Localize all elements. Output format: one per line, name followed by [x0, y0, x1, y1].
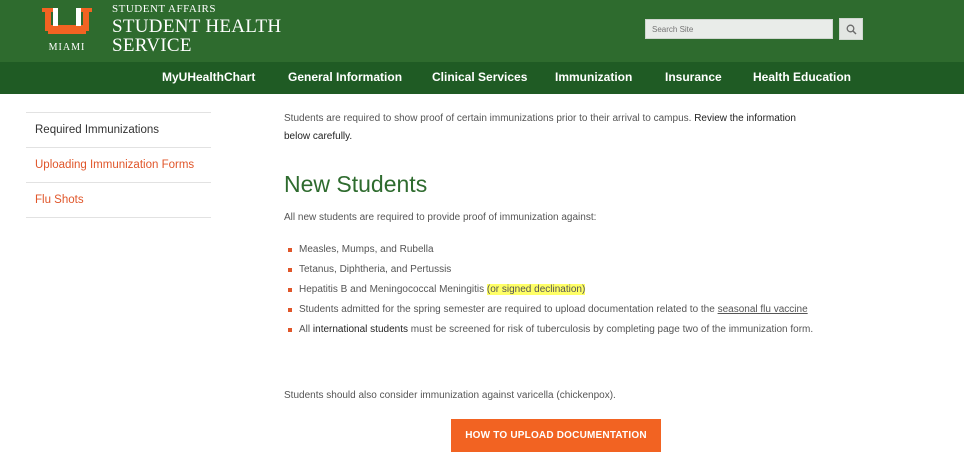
list-item-text: Tetanus, Diphtheria, and Pertussis	[299, 264, 452, 275]
site-title[interactable]: STUDENT AFFAIRS STUDENT HEALTH SERVICE	[112, 3, 282, 56]
page-heading: New Students	[284, 171, 428, 197]
sidebar-item-flu-shots[interactable]: Flu Shots	[26, 182, 211, 218]
sidebar-item-required-immunizations[interactable]: Required Immunizations	[26, 112, 211, 147]
sidebar: Required Immunizations Uploading Immuniz…	[26, 112, 211, 218]
search-icon	[846, 24, 856, 34]
list-item: Hepatitis B and Meningococcal Meningitis…	[288, 282, 828, 298]
list-item: Tetanus, Diphtheria, and Pertussis	[288, 262, 828, 278]
site-title-line1: STUDENT HEALTH	[112, 16, 282, 37]
international-students-emphasis: international students	[312, 324, 408, 335]
list-item-text: Measles, Mumps, and Rubella	[299, 244, 434, 255]
nav-myuhealthchart[interactable]: MyUHealthChart	[162, 62, 255, 94]
site-title-line2: SERVICE	[112, 35, 192, 56]
nav-insurance[interactable]: Insurance	[665, 62, 722, 94]
sidebar-item-uploading-forms[interactable]: Uploading Immunization Forms	[26, 147, 211, 182]
bullet-icon	[288, 328, 292, 332]
upload-documentation-button[interactable]: HOW TO UPLOAD DOCUMENTATION	[451, 419, 661, 452]
bullet-icon	[288, 248, 292, 252]
requirements-paragraph: All new students are required to provide…	[284, 212, 597, 223]
site-header: MIAMI STUDENT AFFAIRS STUDENT HEALTH SER…	[0, 0, 964, 62]
immunization-list: Measles, Mumps, and Rubella Tetanus, Dip…	[288, 242, 828, 342]
nav-immunization[interactable]: Immunization	[555, 62, 632, 94]
list-item-text: Hepatitis B and Meningococcal Meningitis	[299, 284, 487, 295]
miami-u-logo[interactable]	[38, 7, 96, 39]
seasonal-flu-vaccine-link[interactable]: seasonal flu vaccine	[718, 304, 808, 315]
nav-clinical-services[interactable]: Clinical Services	[432, 62, 527, 94]
bullet-icon	[288, 288, 292, 292]
bullet-icon	[288, 308, 292, 312]
list-item-text: All	[299, 324, 313, 335]
intro-paragraph: Students are required to show proof of c…	[284, 110, 824, 146]
nav-health-education[interactable]: Health Education	[753, 62, 851, 94]
logo-word: MIAMI	[48, 42, 86, 53]
intro-text: Students are required to show proof of c…	[284, 113, 695, 124]
search-button[interactable]	[839, 18, 863, 40]
search-input[interactable]	[645, 19, 833, 39]
site-subtitle: STUDENT AFFAIRS	[112, 3, 216, 15]
list-item: Students admitted for the spring semeste…	[288, 302, 828, 318]
nav-general-information[interactable]: General Information	[288, 62, 402, 94]
bullet-icon	[288, 268, 292, 272]
varicella-paragraph: Students should also consider immunizati…	[284, 390, 616, 401]
highlighted-text: (or signed declination)	[486, 284, 586, 295]
list-item: All international students must be scree…	[288, 322, 828, 338]
main-nav: MyUHealthChart General Information Clini…	[0, 62, 964, 94]
list-item-text: must be screened for risk of tuberculosi…	[407, 324, 814, 335]
list-item: Measles, Mumps, and Rubella	[288, 242, 828, 258]
list-item-text: Students admitted for the spring semeste…	[299, 304, 718, 315]
